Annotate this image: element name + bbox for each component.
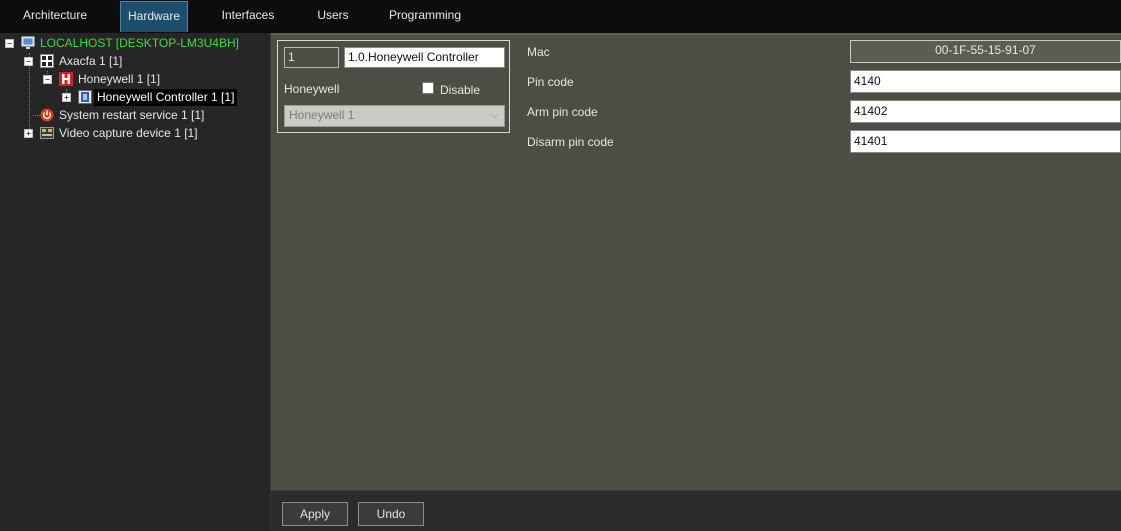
tab-interfaces[interactable]: Interfaces (212, 1, 284, 32)
expand-toggle-icon[interactable]: + (62, 93, 71, 102)
arm-pin-code-label: Arm pin code (527, 105, 598, 119)
disable-checkbox[interactable] (422, 82, 434, 94)
expand-toggle-icon[interactable]: + (24, 129, 33, 138)
tree-node-honeywell[interactable]: − Honeywell 1 [1] (0, 71, 270, 88)
tree-node-label: Video capture device 1 [1] (59, 126, 198, 140)
undo-button[interactable]: Undo (358, 502, 424, 526)
object-name-field[interactable]: 1.0.Honeywell Controller (344, 47, 505, 68)
power-icon (40, 108, 54, 122)
grid-icon (40, 54, 54, 68)
tab-programming[interactable]: Programming (385, 1, 465, 32)
mac-label: Mac (527, 45, 550, 59)
monitor-icon (21, 36, 35, 50)
tab-architecture[interactable]: Architecture (10, 1, 100, 32)
properties-panel: 1 1.0.Honeywell Controller Honeywell Dis… (271, 33, 1121, 492)
tree-node-label: System restart service 1 [1] (59, 108, 205, 122)
mac-field: 00-1F-55-15-91-07 (850, 40, 1121, 63)
tree-node-video-capture[interactable]: + Video capture device 1 [1] (0, 125, 270, 142)
parent-select[interactable]: Honeywell 1 ⌵ (284, 105, 505, 127)
collapse-toggle-icon[interactable]: − (43, 75, 52, 84)
collapse-toggle-icon[interactable]: − (24, 57, 33, 66)
top-tab-bar: Architecture Hardware Interfaces Users P… (0, 0, 1121, 33)
arm-pin-code-field[interactable]: 41402 (850, 100, 1121, 123)
disable-label: Disable (440, 83, 481, 97)
tab-hardware[interactable]: Hardware (120, 1, 188, 32)
controller-icon (78, 90, 92, 104)
tab-users[interactable]: Users (305, 1, 361, 32)
pin-code-field[interactable]: 4140 (850, 70, 1121, 93)
action-bar: Apply Undo (271, 490, 1121, 531)
tree-node-localhost[interactable]: − LOCALHOST [DESKTOP-LM3U4BH] (0, 35, 270, 52)
collapse-toggle-icon[interactable]: − (5, 39, 14, 48)
pin-code-label: Pin code (527, 75, 574, 89)
tree-node-system-restart[interactable]: System restart service 1 [1] (0, 107, 270, 124)
hardware-tree: − LOCALHOST [DESKTOP-LM3U4BH] − Axacfa 1… (0, 33, 271, 530)
parent-label: Honeywell (284, 82, 340, 96)
capture-card-icon (40, 126, 54, 140)
tree-node-honeywell-controller[interactable]: + Honeywell Controller 1 [1] (0, 89, 270, 106)
tree-node-label: LOCALHOST [DESKTOP-LM3U4BH] (40, 36, 239, 50)
apply-button[interactable]: Apply (282, 502, 348, 526)
object-id-field[interactable]: 1 (284, 47, 339, 68)
disarm-pin-code-field[interactable]: 41401 (850, 130, 1121, 153)
object-groupbox: 1 1.0.Honeywell Controller Honeywell Dis… (277, 40, 510, 133)
parent-select-value: Honeywell 1 (289, 108, 355, 122)
honeywell-h-icon (59, 72, 73, 86)
tree-node-label: Axacfa 1 [1] (59, 54, 123, 68)
tree-node-label: Honeywell 1 [1] (78, 72, 161, 86)
tree-node-axxon[interactable]: − Axacfa 1 [1] (0, 53, 270, 70)
chevron-down-icon: ⌵ (490, 110, 498, 121)
tree-node-label: Honeywell Controller 1 [1] (94, 89, 238, 106)
disarm-pin-code-label: Disarm pin code (527, 135, 614, 149)
